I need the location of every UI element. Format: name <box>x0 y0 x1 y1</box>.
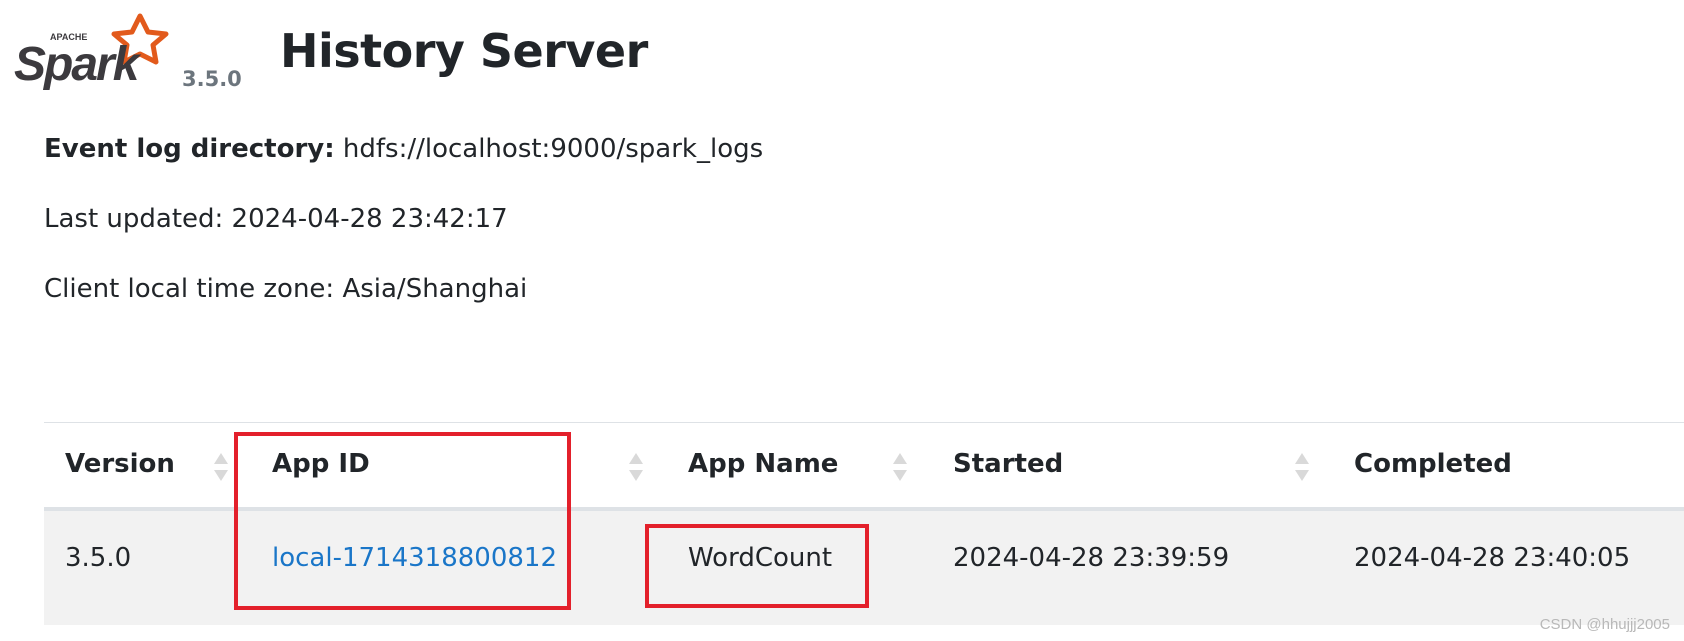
column-header-app-name[interactable]: App Name <box>688 449 838 479</box>
watermark: CSDN @hhujjj2005 <box>1539 616 1670 633</box>
page-title: History Server <box>280 24 648 78</box>
event-log-value: hdfs://localhost:9000/spark_logs <box>342 134 764 164</box>
cell-completed: 2024-04-28 23:40:05 <box>1354 543 1631 573</box>
last-updated: Last updated: 2024-04-28 23:42:17 <box>44 204 508 234</box>
sort-icon[interactable] <box>891 451 909 483</box>
highlight-box-app-id <box>234 432 571 610</box>
spark-version: 3.5.0 <box>182 67 242 91</box>
event-log-label: Event log directory: <box>44 134 335 164</box>
column-header-completed[interactable]: Completed <box>1354 449 1512 479</box>
cell-started: 2024-04-28 23:39:59 <box>953 543 1230 573</box>
sort-icon[interactable] <box>627 451 645 483</box>
sort-icon[interactable] <box>212 451 230 483</box>
event-log-directory: Event log directory: hdfs://localhost:90… <box>44 134 763 164</box>
cell-version: 3.5.0 <box>65 543 132 573</box>
client-timezone: Client local time zone: Asia/Shanghai <box>44 274 528 304</box>
column-header-started[interactable]: Started <box>953 449 1063 479</box>
highlight-box-app-name <box>645 524 869 608</box>
spark-logo[interactable]: APACHE Spark <box>10 10 170 96</box>
sort-icon[interactable] <box>1293 451 1311 483</box>
history-server-page: APACHE Spark 3.5.0 History Server Event … <box>0 0 1684 641</box>
column-header-version[interactable]: Version <box>65 449 175 479</box>
logo-spark-text: Spark <box>14 38 142 91</box>
